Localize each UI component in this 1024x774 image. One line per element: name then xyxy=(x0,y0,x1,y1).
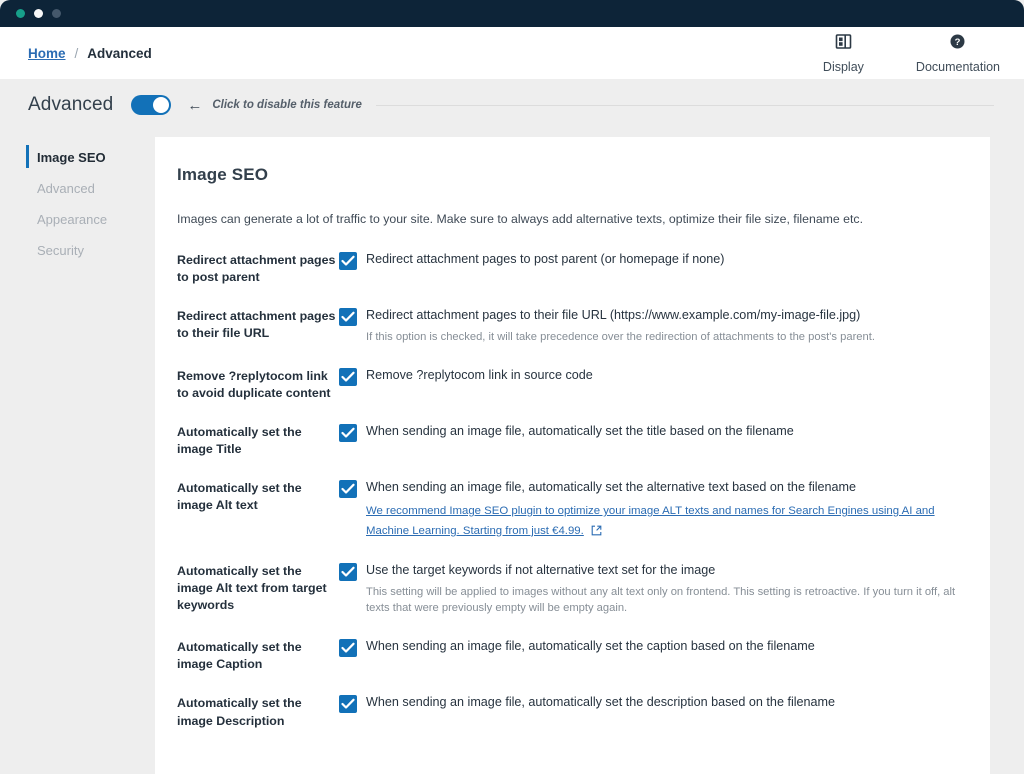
setting-row-remove-replytocom: Remove ?replytocom link to avoid duplica… xyxy=(177,367,956,402)
window-titlebar xyxy=(0,0,1024,27)
display-action-button[interactable]: Display xyxy=(823,33,864,74)
setting-label: Automatically set the image Title xyxy=(177,423,339,458)
external-link-icon xyxy=(591,523,602,541)
breadcrumb-current: Advanced xyxy=(87,46,152,61)
display-action-label: Display xyxy=(823,60,864,74)
setting-control: Redirect attachment pages to their file … xyxy=(339,307,956,346)
setting-label: Redirect attachment pages to their file … xyxy=(177,307,339,342)
breadcrumb: Home / Advanced xyxy=(28,46,152,61)
sidebar-item-label: Security xyxy=(37,243,84,258)
setting-option-label: When sending an image file, automaticall… xyxy=(366,694,956,712)
zoom-window-button[interactable] xyxy=(52,9,61,18)
card-description: Images can generate a lot of traffic to … xyxy=(177,211,956,229)
sidebar-item-label: Appearance xyxy=(37,212,107,227)
control-texts: When sending an image file, automaticall… xyxy=(366,423,956,441)
checkbox-image-caption[interactable] xyxy=(339,639,357,657)
svg-text:?: ? xyxy=(955,37,961,48)
setting-option-label: When sending an image file, automaticall… xyxy=(366,638,956,656)
control-texts: Remove ?replytocom link in source code xyxy=(366,367,956,385)
sidebar-item-security[interactable]: Security xyxy=(0,235,155,265)
setting-option-label: Redirect attachment pages to their file … xyxy=(366,307,956,325)
display-layout-icon xyxy=(835,33,852,55)
setting-row-redirect-file-url: Redirect attachment pages to their file … xyxy=(177,307,956,346)
checkbox-image-description[interactable] xyxy=(339,695,357,713)
settings-card: Image SEO Images can generate a lot of t… xyxy=(155,137,990,774)
image-seo-promo-link[interactable]: We recommend Image SEO plugin to optimiz… xyxy=(366,505,935,537)
setting-label: Automatically set the image Description xyxy=(177,694,339,729)
setting-option-note: If this option is checked, it will take … xyxy=(366,329,956,346)
control-texts: When sending an image file, automaticall… xyxy=(366,694,956,712)
setting-control: When sending an image file, automaticall… xyxy=(339,638,956,657)
top-bar: Home / Advanced Display xyxy=(0,27,1024,79)
toggle-knob xyxy=(153,97,169,113)
setting-label: Automatically set the image Alt text xyxy=(177,479,339,514)
checkbox-alt-text-target-keywords[interactable] xyxy=(339,563,357,581)
setting-row-image-description: Automatically set the image Description … xyxy=(177,694,956,729)
setting-option-label: When sending an image file, automaticall… xyxy=(366,423,956,441)
setting-label: Redirect attachment pages to post parent xyxy=(177,251,339,286)
feature-enable-toggle[interactable] xyxy=(131,95,171,115)
promo-link-wrapper: We recommend Image SEO plugin to optimiz… xyxy=(366,501,956,541)
body-area: Image SEO Advanced Appearance Security I… xyxy=(0,131,1024,774)
app-window: Home / Advanced Display xyxy=(0,0,1024,774)
checkbox-remove-replytocom[interactable] xyxy=(339,368,357,386)
setting-label: Automatically set the image Caption xyxy=(177,638,339,673)
setting-option-label: Remove ?replytocom link in source code xyxy=(366,367,956,385)
setting-row-redirect-post-parent: Redirect attachment pages to post parent… xyxy=(177,251,956,286)
arrow-left-icon: ← xyxy=(187,98,202,113)
setting-control: Remove ?replytocom link in source code xyxy=(339,367,956,386)
setting-control: Redirect attachment pages to post parent… xyxy=(339,251,956,270)
header-divider xyxy=(376,105,994,106)
setting-option-label: Redirect attachment pages to post parent… xyxy=(366,251,956,269)
documentation-action-button[interactable]: ? Documentation xyxy=(916,33,1000,74)
setting-row-image-caption: Automatically set the image Caption When… xyxy=(177,638,956,673)
sidebar-item-label: Image SEO xyxy=(37,150,106,165)
sidebar-item-appearance[interactable]: Appearance xyxy=(0,204,155,234)
setting-option-label: Use the target keywords if not alternati… xyxy=(366,562,956,580)
setting-control: When sending an image file, automaticall… xyxy=(339,694,956,713)
setting-label: Remove ?replytocom link to avoid duplica… xyxy=(177,367,339,402)
checkbox-image-alt-text[interactable] xyxy=(339,480,357,498)
feature-header: Advanced ← Click to disable this feature xyxy=(0,79,1024,131)
control-texts: Use the target keywords if not alternati… xyxy=(366,562,956,617)
minimize-window-button[interactable] xyxy=(34,9,43,18)
setting-row-image-title: Automatically set the image Title When s… xyxy=(177,423,956,458)
sidebar-item-advanced[interactable]: Advanced xyxy=(0,173,155,203)
top-actions: Display ? Documentation xyxy=(823,33,1000,74)
setting-option-label: When sending an image file, automaticall… xyxy=(366,479,956,497)
breadcrumb-separator: / xyxy=(75,46,79,61)
control-texts: Redirect attachment pages to post parent… xyxy=(366,251,956,269)
setting-control: When sending an image file, automaticall… xyxy=(339,479,956,541)
feature-toggle-hint: Click to disable this feature xyxy=(212,99,362,111)
setting-label: Automatically set the image Alt text fro… xyxy=(177,562,339,614)
setting-control: When sending an image file, automaticall… xyxy=(339,423,956,442)
checkbox-redirect-file-url[interactable] xyxy=(339,308,357,326)
checkbox-redirect-post-parent[interactable] xyxy=(339,252,357,270)
control-texts: When sending an image file, automaticall… xyxy=(366,479,956,541)
page-title: Advanced xyxy=(28,94,113,116)
sidebar-nav: Image SEO Advanced Appearance Security xyxy=(0,131,155,774)
close-window-button[interactable] xyxy=(16,9,25,18)
sidebar-item-label: Advanced xyxy=(37,181,95,196)
setting-row-alt-text-target-keywords: Automatically set the image Alt text fro… xyxy=(177,562,956,617)
control-texts: Redirect attachment pages to their file … xyxy=(366,307,956,346)
control-texts: When sending an image file, automaticall… xyxy=(366,638,956,656)
setting-control: Use the target keywords if not alternati… xyxy=(339,562,956,617)
sidebar-item-image-seo[interactable]: Image SEO xyxy=(0,142,155,172)
setting-row-image-alt-text: Automatically set the image Alt text Whe… xyxy=(177,479,956,541)
setting-option-note: This setting will be applied to images w… xyxy=(366,584,956,618)
checkbox-image-title[interactable] xyxy=(339,424,357,442)
breadcrumb-home-link[interactable]: Home xyxy=(28,46,66,61)
documentation-action-label: Documentation xyxy=(916,60,1000,74)
question-circle-icon: ? xyxy=(949,33,966,55)
card-title: Image SEO xyxy=(177,165,956,185)
